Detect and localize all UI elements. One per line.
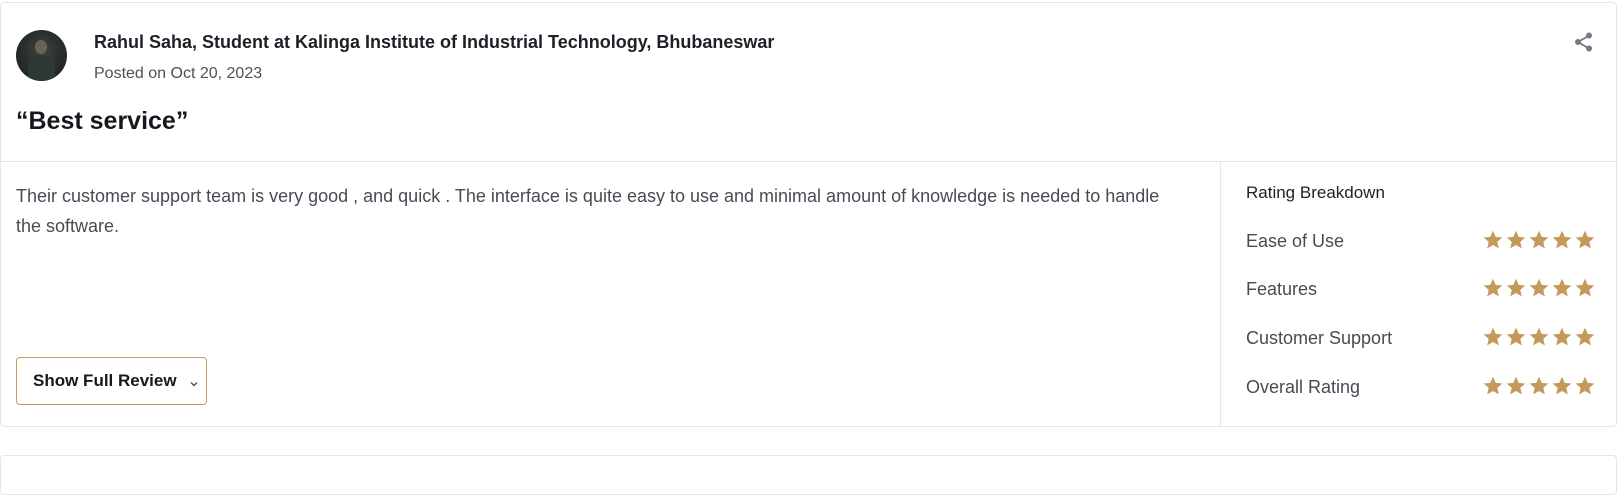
posted-date: Posted on Oct 20, 2023 (94, 65, 263, 82)
rating-row: Features (1246, 277, 1596, 303)
rating-label: Customer Support (1246, 328, 1393, 348)
star-icon (1574, 375, 1596, 397)
star-icon (1528, 277, 1550, 299)
rating-label: Features (1246, 279, 1318, 299)
rating-row: Ease of Use (1246, 229, 1596, 255)
rating-label: Overall Rating (1246, 377, 1361, 397)
show-full-review-button[interactable]: Show Full Review (16, 357, 207, 405)
rating-row: Customer Support (1246, 326, 1596, 352)
star-icon (1482, 375, 1504, 397)
chevron-down-icon (189, 376, 199, 387)
star-rating (1482, 375, 1597, 397)
star-icon (1528, 375, 1550, 397)
star-icon (1505, 375, 1527, 397)
star-icon (1482, 326, 1504, 348)
star-icon (1482, 277, 1504, 299)
star-rating (1482, 229, 1597, 251)
star-icon (1551, 326, 1573, 348)
review-card: Rahul Saha, Student at Kalinga Institute… (0, 2, 1617, 427)
share-icon[interactable] (1573, 31, 1595, 53)
section-divider (1220, 161, 1221, 426)
rating-label: Ease of Use (1246, 231, 1345, 251)
star-icon (1505, 277, 1527, 299)
star-icon (1551, 277, 1573, 299)
reviewer-name: Rahul Saha, Student at Kalinga Institute… (94, 32, 775, 52)
star-icon (1482, 229, 1504, 251)
star-icon (1551, 375, 1573, 397)
rating-breakdown-title: Rating Breakdown (1246, 183, 1385, 202)
star-icon (1528, 326, 1550, 348)
star-rating (1482, 277, 1597, 299)
star-rating (1482, 326, 1597, 348)
show-full-review-label: Show Full Review (33, 371, 177, 390)
review-header: Rahul Saha, Student at Kalinga Institute… (1, 3, 1616, 162)
star-icon (1505, 229, 1527, 251)
star-icon (1574, 277, 1596, 299)
star-icon (1505, 326, 1527, 348)
review-title: “Best service” (16, 107, 189, 135)
next-review-card (0, 455, 1617, 495)
star-icon (1551, 229, 1573, 251)
review-body: Their customer support team is very good… (16, 186, 1160, 236)
star-icon (1574, 229, 1596, 251)
rating-row: Overall Rating (1246, 375, 1596, 401)
star-icon (1528, 229, 1550, 251)
star-icon (1574, 326, 1596, 348)
reviewer-avatar (16, 30, 67, 81)
